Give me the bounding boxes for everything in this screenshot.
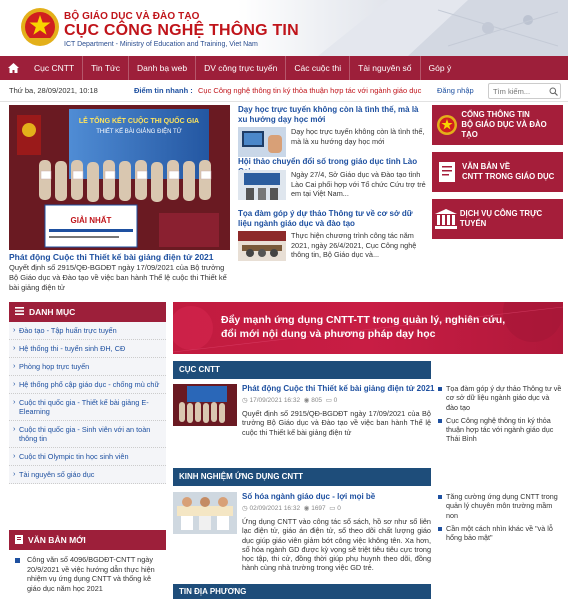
article-date: 17/09/2021 16:32 <box>249 397 301 404</box>
article-date: 02/09/2021 16:32 <box>249 505 301 512</box>
section-related-list: Tọa đàm góp ý dự thảo Thông tư về cơ sở … <box>437 384 563 448</box>
nav-item-tai-nguyen-so[interactable]: Tài nguyên số <box>349 56 419 80</box>
featured-image[interactable]: LỄ TỔNG KẾT CUỘC THI QUỐC GIA THIẾT KẾ B… <box>9 105 230 250</box>
sidebar-item[interactable]: Hệ thống thi - tuyển sinh ĐH, CĐ <box>9 340 166 358</box>
article-views: 805 <box>311 397 323 404</box>
sidebar-heading-label: DANH MỤC <box>29 307 76 317</box>
document-icon <box>432 152 462 192</box>
home-icon[interactable] <box>0 56 26 80</box>
news-item-title[interactable]: Tọa đàm góp ý dự thảo Thông tư về cơ sở … <box>238 209 426 229</box>
clock-icon: ◷ <box>242 505 248 512</box>
site-header: BỘ GIÁO DỤC VÀ ĐÀO TẠO CỤC CÔNG NGHỆ THÔ… <box>0 0 568 56</box>
related-link[interactable]: Cục Công nghệ thông tin ký thỏa thuận hợ… <box>437 416 563 444</box>
banner-line1: DỊCH VỤ CÔNG TRỰC TUYẾN <box>459 209 543 228</box>
search-icon[interactable] <box>549 87 558 96</box>
news-item-3[interactable]: Tọa đàm góp ý dự thảo Thông tư về cơ sở … <box>238 209 426 261</box>
sidebar-item[interactable]: Hệ thống phổ cập giáo dục - chống mù chữ <box>9 376 166 394</box>
docs-list[interactable]: Công văn số 4096/BGDĐT-CNTT ngày 20/9/20… <box>9 555 166 593</box>
comment-icon: ▭ <box>325 397 332 404</box>
news-thumbnail[interactable] <box>238 127 286 157</box>
nav-item-dv-cong[interactable]: DV công trực tuyến <box>195 56 285 80</box>
nav-item-cuc-cntt[interactable]: Cục CNTT <box>26 56 82 80</box>
featured-image-text-3: GIẢI NHẤT <box>71 215 112 225</box>
building-icon <box>432 199 460 239</box>
document-icon <box>15 534 23 546</box>
section-article-desc: Quyết định số 2915/QĐ-BGDĐT ngày 17/09/2… <box>173 409 431 437</box>
main-nav: Cục CNTT Tin Tức Danh bạ web DV công trự… <box>0 56 568 80</box>
info-bar: Thứ ba, 28/09/2021, 10:18 Điểm tin nhanh… <box>0 80 568 102</box>
sidebar-item[interactable]: Cuộc thi quốc gia - Sinh viên với an toà… <box>9 421 166 448</box>
sidebar-item[interactable]: Cuộc thi quốc gia - Thiết kế bài giảng E… <box>9 394 166 421</box>
sidebar-item[interactable]: Cuộc thi Olympic tin học sinh viên <box>9 448 166 466</box>
list-icon <box>15 307 24 317</box>
comment-icon: ▭ <box>329 505 336 512</box>
news-item-desc: Dạy học trực tuyến không còn là tình thế… <box>291 127 425 146</box>
eye-icon: ◉ <box>303 397 310 404</box>
ticker-link[interactable]: Cục Công nghệ thông tin ký thỏa thuận hợ… <box>198 86 423 95</box>
clock-icon: ◷ <box>242 397 248 404</box>
sidebar-list: Đào tạo - Tập huấn trực tuyến Hệ thống t… <box>9 322 166 484</box>
sidebar-heading: DANH MỤC <box>9 302 166 322</box>
ministry-name: BỘ GIÁO DỤC VÀ ĐÀO TẠO <box>64 11 200 22</box>
banner-line1: CỔNG THÔNG TIN <box>461 110 530 119</box>
section-heading-cuc-cntt[interactable]: CỤC CNTT <box>173 361 431 379</box>
banner-van-ban-cntt[interactable]: VĂN BẢN VỀ CNTT TRONG GIÁO DỤC <box>432 152 563 192</box>
featured-image-text-2: THIẾT KẾ BÀI GIẢNG ĐIỆN TỬ <box>96 127 182 135</box>
article-comments: 0 <box>333 397 338 404</box>
featured-desc: Quyết định số 2915/QĐ-BGDĐT ngày 17/09/2… <box>9 263 227 292</box>
banner-line2: BỘ GIÁO DỤC VÀ ĐÀO TẠO <box>461 120 547 139</box>
nav-item-cac-cuoc-thi[interactable]: Các cuộc thi <box>285 56 349 80</box>
related-link[interactable]: Tọa đàm góp ý dự thảo Thông tư về cơ sở … <box>437 384 563 412</box>
news-item-1[interactable]: Dạy học trực tuyến không còn là tình thế… <box>238 105 426 157</box>
agency-name[interactable]: CỤC CÔNG NGHỆ THÔNG TIN <box>64 22 299 40</box>
article-comments: 0 <box>337 505 341 512</box>
emblem-icon[interactable] <box>20 5 60 49</box>
agency-english-name: ICT Department - Ministry of Education a… <box>64 41 258 48</box>
banner-line1: Đẩy mạnh ứng dụng CNTT-TT trong quản lý,… <box>221 314 506 326</box>
sidebar-item[interactable]: Đào tạo - Tập huấn trực tuyến <box>9 322 166 340</box>
doc-bullet-icon <box>15 558 20 563</box>
section-article-desc-text: Quyết định số 2915/QĐ-BGDĐT ngày 17/09/2… <box>242 409 431 437</box>
emblem-icon <box>432 105 461 145</box>
article-views: 1697 <box>311 505 326 512</box>
news-thumbnail[interactable] <box>238 231 286 261</box>
banner-cong-thong-tin[interactable]: CỔNG THÔNG TIN BỘ GIÁO DỤC VÀ ĐÀO TẠO <box>432 105 563 145</box>
related-link[interactable]: Cần một cách nhìn khác về "và lỗ hổng bả… <box>437 524 563 543</box>
section-article-title[interactable]: Số hóa ngành giáo dục - lợi mọi bề <box>242 492 375 501</box>
docs-heading-label: VĂN BẢN MỚI <box>28 535 86 545</box>
section-article-desc-text: Ứng dụng CNTT vào công tác sổ sách, hồ s… <box>242 517 431 573</box>
login-link[interactable]: Đăng nhập <box>437 86 474 95</box>
banner-line2: CNTT TRONG GIÁO DỤC <box>462 172 555 181</box>
article-meta: ◷ 02/09/2021 16:32 ◉ 1697 ▭ 0 <box>242 504 341 512</box>
section-article-title[interactable]: Phát động Cuộc thi Thiết kế bài giảng đi… <box>242 384 434 393</box>
nav-item-gop-y[interactable]: Góp ý <box>419 56 460 80</box>
section-article-desc: Ứng dụng CNTT vào công tác sổ sách, hồ s… <box>173 517 431 573</box>
nav-item-danh-ba-web[interactable]: Danh bạ web <box>127 56 195 80</box>
section-heading-kinh-nghiem[interactable]: KINH NGHIỆM ỨNG DỤNG CNTT <box>173 468 431 486</box>
banner-line2: đổi mới nội dung và phương pháp dạy học <box>221 328 436 340</box>
article-meta: ◷ 17/09/2021 16:32 ◉ 805 ▭ 0 <box>242 396 337 404</box>
banner-dich-vu-cong[interactable]: DỊCH VỤ CÔNG TRỰC TUYẾN <box>432 199 563 239</box>
news-thumbnail[interactable] <box>238 170 286 200</box>
related-link[interactable]: Tăng cường ứng dụng CNTT trong quản lý c… <box>437 492 563 520</box>
sidebar-item[interactable]: Phòng họp trực tuyến <box>9 358 166 376</box>
section-heading-tin-dia-phuong[interactable]: TIN ĐỊA PHƯƠNG <box>173 584 431 599</box>
eye-icon: ◉ <box>303 505 310 512</box>
news-item-desc: Ngày 27/4, Sở Giáo dục và Đào tạo tỉnh L… <box>291 170 426 198</box>
sidebar-item[interactable]: Tài nguyên số giáo dục <box>9 466 166 484</box>
docs-heading: VĂN BẢN MỚI <box>9 530 166 550</box>
docs-item[interactable]: Công văn số 4096/BGDĐT-CNTT ngày 20/9/20… <box>27 555 166 593</box>
promo-banner[interactable]: Đẩy mạnh ứng dụng CNTT-TT trong quản lý,… <box>173 302 563 354</box>
banner-line1: VĂN BẢN VỀ <box>462 162 511 171</box>
nav-item-tin-tuc[interactable]: Tin Tức <box>82 56 128 80</box>
section-related-list: Tăng cường ứng dụng CNTT trong quản lý c… <box>437 492 563 546</box>
news-item-2[interactable]: Hội thảo chuyển đổi số trong giáo dục tỉ… <box>238 157 426 200</box>
news-item-title[interactable]: Dạy học trực tuyến không còn là tình thế… <box>238 105 426 125</box>
news-item-desc: Thực hiện chương trình công tác năm 2021… <box>291 231 417 259</box>
current-date: Thứ ba, 28/09/2021, 10:18 <box>9 86 98 95</box>
ticker-label: Điểm tin nhanh : <box>134 86 193 95</box>
featured-title[interactable]: Phát động Cuộc thi Thiết kế bài giảng đi… <box>9 252 230 262</box>
